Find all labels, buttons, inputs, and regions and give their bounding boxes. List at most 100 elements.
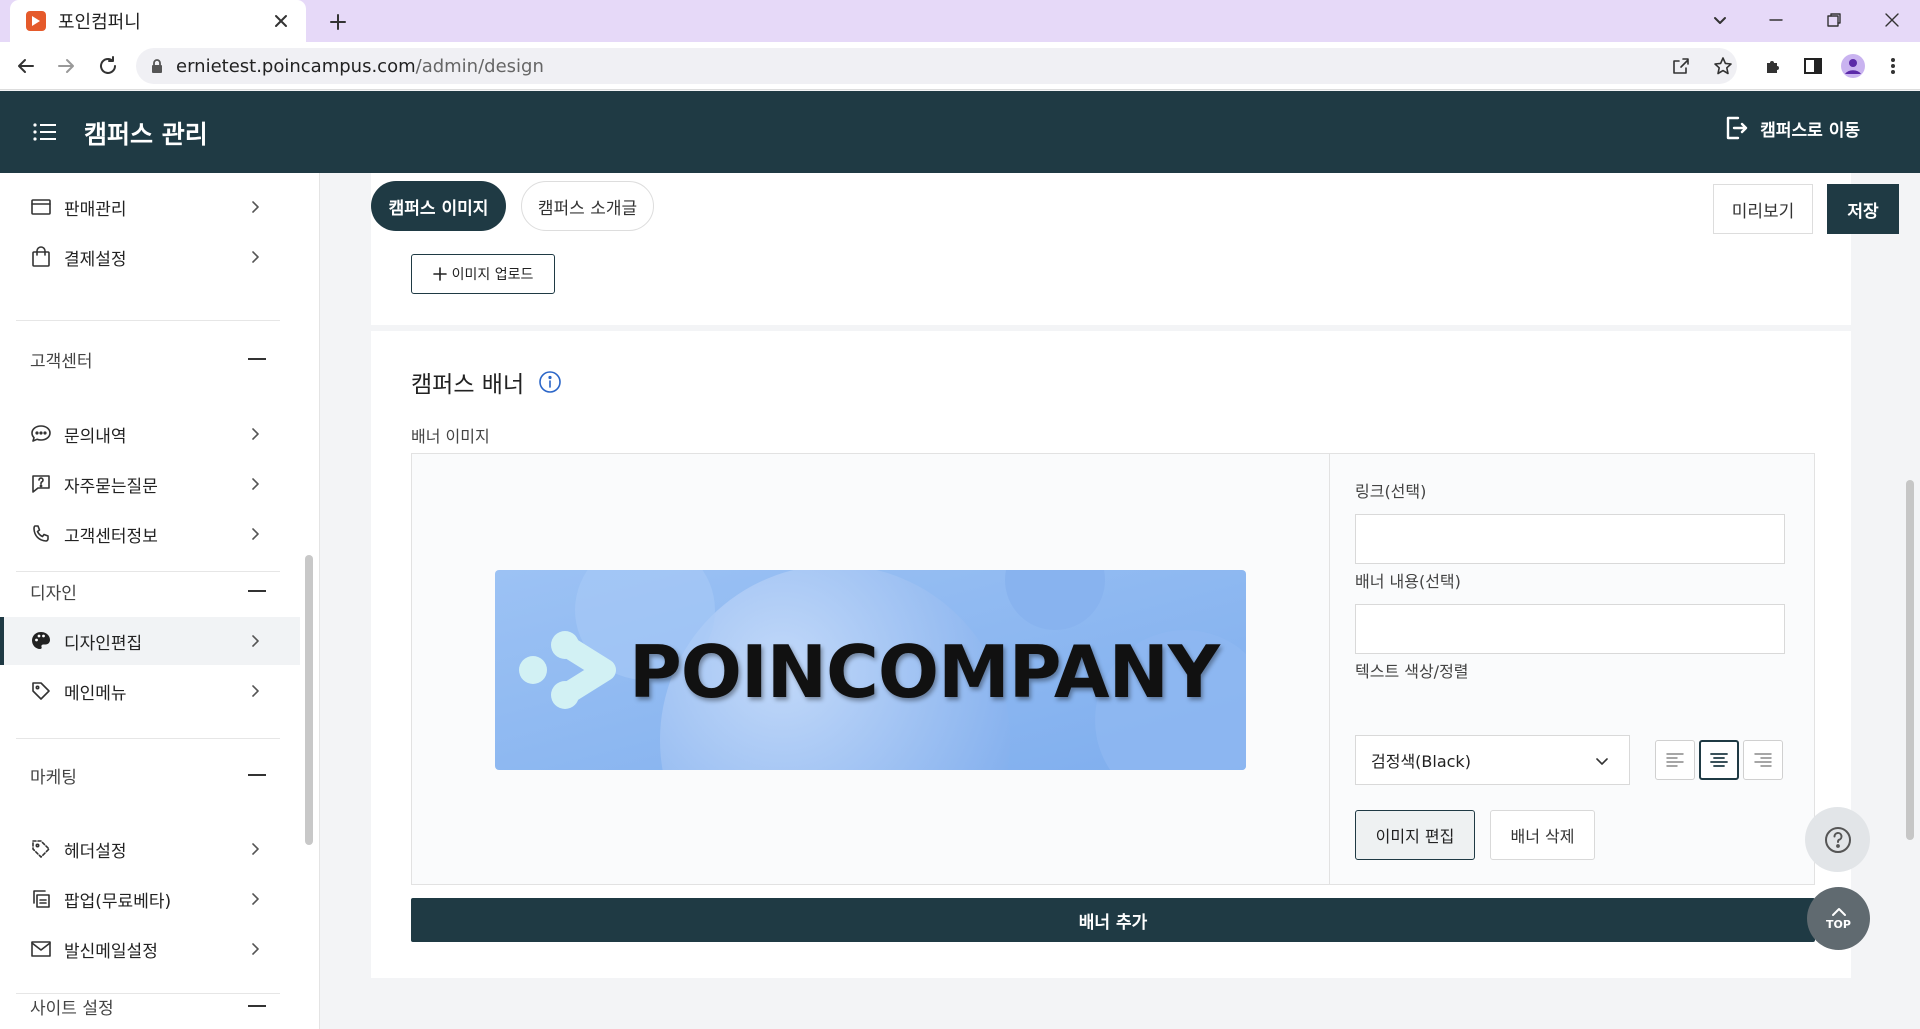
sidebar-item-faq[interactable]: 자주묻는질문: [0, 460, 300, 508]
sidebar-item-label: 자주묻는질문: [64, 476, 158, 497]
new-tab-icon[interactable]: [326, 10, 350, 34]
chevron-right-icon: [246, 425, 264, 443]
url-text: ernietest.poincampus.com/admin/design: [176, 56, 544, 77]
sidebar-item-support-info[interactable]: 고객센터정보: [0, 510, 300, 558]
chevron-right-icon: [246, 682, 264, 700]
text-color-value: 검정색(Black): [1371, 752, 1471, 771]
sidebar-item-label: 팝업(무료베타): [64, 891, 172, 912]
page-scrollbar[interactable]: [1906, 480, 1914, 840]
menu-hamburger-icon[interactable]: [32, 121, 58, 143]
tag-outline-icon: [30, 838, 52, 860]
tab-search-icon[interactable]: [1692, 0, 1748, 40]
info-icon[interactable]: [538, 370, 562, 394]
save-button[interactable]: 저장: [1827, 184, 1899, 234]
align-left-button[interactable]: [1655, 740, 1695, 780]
close-tab-icon[interactable]: [270, 10, 292, 32]
section-label: 고객센터: [30, 351, 93, 372]
collapse-icon: [248, 1005, 266, 1007]
banner-fields: 링크(선택) 배너 내용(선택) 텍스트 색상/정렬 검정색(Black) 이미…: [1330, 454, 1816, 884]
tab-title: 포인컴퍼니: [58, 12, 141, 33]
delete-banner-button[interactable]: 배너 삭제: [1490, 810, 1595, 860]
section-marketing[interactable]: 마케팅: [30, 760, 270, 790]
collapse-icon: [248, 774, 266, 776]
sidebar-item-inquiries[interactable]: 문의내역: [0, 410, 300, 458]
section-title-text: 캠퍼스 배너: [411, 372, 525, 398]
sidebar-item-header-settings[interactable]: 헤더설정: [0, 825, 300, 873]
preview-button[interactable]: 미리보기: [1713, 184, 1813, 234]
sidebar-item-label: 헤더설정: [64, 841, 127, 862]
sidebar-item-sender-email[interactable]: 발신메일설정: [0, 925, 300, 973]
browser-tab[interactable]: 포인컴퍼니: [10, 0, 306, 42]
add-banner-button[interactable]: 배너 추가: [411, 898, 1815, 942]
help-icon: [1823, 825, 1853, 855]
forward-icon[interactable]: [52, 52, 80, 80]
section-customer-center[interactable]: 고객센터: [30, 344, 270, 374]
collapse-icon: [248, 358, 266, 360]
more-menu-icon[interactable]: [1879, 52, 1907, 80]
top-label: TOP: [1826, 918, 1851, 931]
url-path: /admin/design: [415, 55, 544, 77]
chat-icon: [30, 423, 52, 445]
app-header: 캠퍼스 관리 캠퍼스로 이동: [0, 91, 1920, 173]
align-right-button[interactable]: [1743, 740, 1783, 780]
banner-content-label: 배너 내용(선택): [1355, 572, 1461, 591]
bookmark-star-icon[interactable]: [1709, 52, 1737, 80]
restore-icon[interactable]: [1806, 0, 1862, 40]
sidebar-item-popup[interactable]: 팝업(무료베타): [0, 875, 300, 923]
sidebar-scrollbar[interactable]: [305, 555, 313, 845]
back-icon[interactable]: [12, 52, 40, 80]
sidebar-item-label: 결제설정: [64, 249, 127, 270]
banner-image-text: POINCOMPANY: [629, 630, 1220, 714]
section-label: 마케팅: [30, 767, 77, 788]
url-host: ernietest.poincampus.com: [176, 55, 416, 77]
link-label: 링크(선택): [1355, 482, 1427, 501]
banner-content-input[interactable]: [1355, 604, 1785, 654]
text-color-select[interactable]: 검정색(Black): [1355, 735, 1630, 785]
question-icon: [30, 473, 52, 495]
sidebar-item-label: 문의내역: [64, 426, 127, 447]
reload-icon[interactable]: [94, 52, 122, 80]
extensions-icon[interactable]: [1759, 52, 1787, 80]
section-label: 사이트 설정: [30, 998, 114, 1019]
help-button[interactable]: [1805, 807, 1870, 872]
divider: [16, 571, 280, 572]
edit-image-button[interactable]: 이미지 편집: [1355, 810, 1475, 860]
section-label: 디자인: [30, 583, 77, 604]
lock-icon: [150, 58, 164, 74]
chevron-up-icon: [1830, 906, 1848, 918]
go-to-campus-button[interactable]: 캠퍼스로 이동: [1724, 115, 1860, 141]
main-content: 캠퍼스 이미지 캠퍼스 소개글 미리보기 저장 이미지 업로드 캠퍼스 배너 배…: [321, 173, 1920, 1029]
section-design[interactable]: 디자인: [30, 576, 270, 606]
sidebar-item-label: 메인메뉴: [64, 683, 127, 704]
scroll-to-top-button[interactable]: TOP: [1807, 887, 1870, 950]
sidebar-item-payment[interactable]: 결제설정: [0, 233, 300, 281]
palette-icon: [30, 630, 52, 652]
site-favicon-icon: [26, 11, 46, 31]
minimize-icon[interactable]: [1748, 0, 1804, 40]
mail-icon: [30, 938, 52, 960]
collapse-icon: [248, 590, 266, 592]
section-site-settings[interactable]: 사이트 설정: [30, 991, 270, 1021]
sidebar: 판매관리 결제설정 고객센터 문의내역 자주묻는질문 고객센터정보 디자인 디자…: [0, 173, 320, 1029]
chevron-right-icon: [246, 940, 264, 958]
url-field[interactable]: ernietest.poincampus.com/admin/design: [136, 48, 1737, 84]
align-center-button[interactable]: [1699, 740, 1739, 780]
tab-campus-image[interactable]: 캠퍼스 이미지: [371, 181, 506, 231]
link-input[interactable]: [1355, 514, 1785, 564]
align-center-icon: [1709, 752, 1729, 768]
banner-image-label: 배너 이미지: [411, 427, 490, 446]
side-panel-icon[interactable]: [1799, 52, 1827, 80]
chevron-down-icon: [1593, 752, 1611, 770]
image-upload-button[interactable]: 이미지 업로드: [411, 254, 555, 294]
close-window-icon[interactable]: [1864, 0, 1920, 40]
sidebar-item-sales[interactable]: 판매관리: [0, 183, 300, 231]
share-icon[interactable]: [1667, 52, 1695, 80]
chevron-right-icon: [246, 890, 264, 908]
profile-avatar-icon[interactable]: [1839, 52, 1867, 80]
sidebar-item-label: 발신메일설정: [64, 941, 158, 962]
go-to-campus-label: 캠퍼스로 이동: [1760, 120, 1860, 141]
sidebar-item-design-edit[interactable]: 디자인편집: [0, 617, 300, 665]
divider: [16, 320, 280, 321]
sidebar-item-main-menu[interactable]: 메인메뉴: [0, 667, 300, 715]
tab-campus-intro[interactable]: 캠퍼스 소개글: [521, 181, 654, 231]
